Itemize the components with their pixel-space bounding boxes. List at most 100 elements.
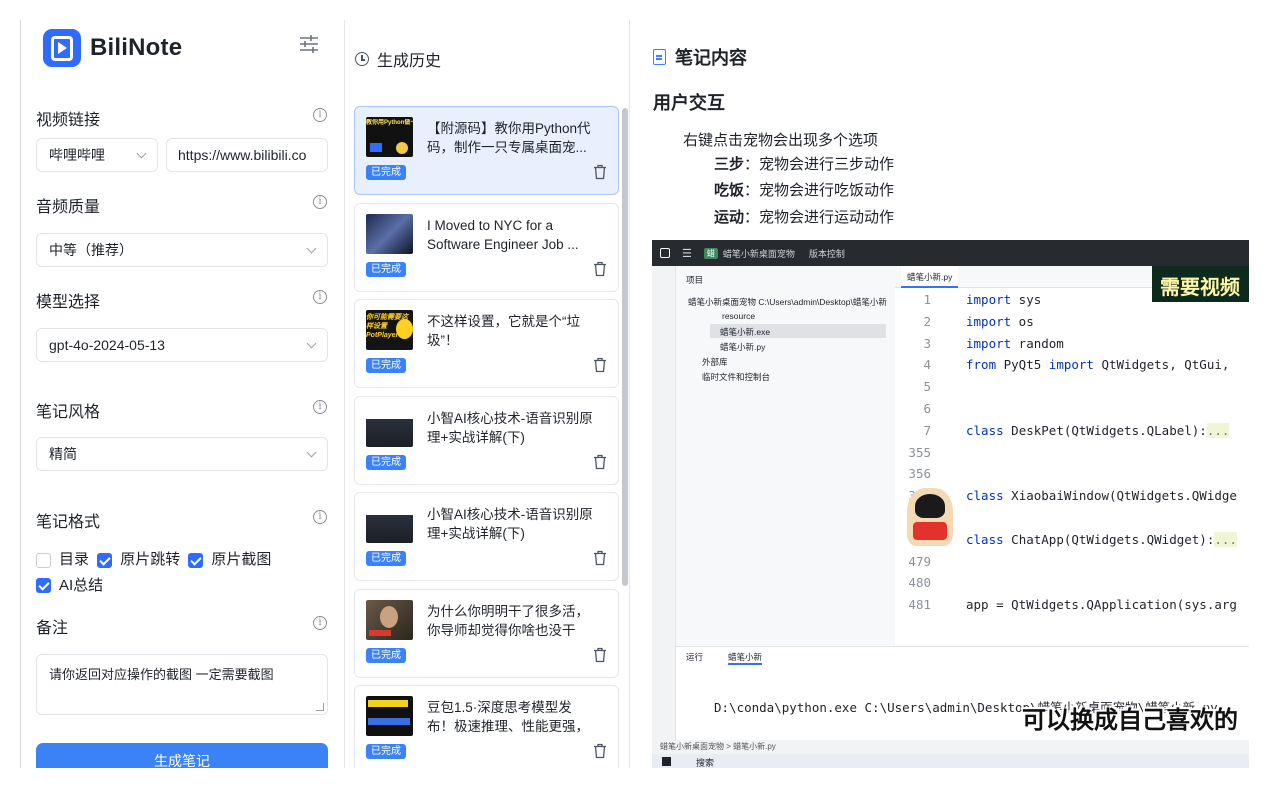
trash-icon[interactable] [593, 454, 607, 470]
model-label: 模型选择 [36, 294, 101, 311]
trash-icon[interactable] [593, 550, 607, 566]
trash-icon[interactable] [593, 357, 607, 373]
taskbar-search: 搜索 [696, 758, 715, 768]
project-name: 蜡笔小新桌面宠物 [722, 248, 795, 259]
video-url-input[interactable]: https://www.bilibili.co [166, 138, 328, 172]
history-item-title: 豆包1.5·深度思考模型发布！极速推理、性能更强，还支... [427, 700, 589, 734]
info-icon[interactable]: i [313, 195, 327, 209]
note-bullet: 三步：宠物会进行三步动作 [714, 153, 894, 174]
format-option-ai-summary[interactable]: AI总结 [36, 575, 103, 597]
project-avatar: 蜡 [703, 247, 718, 259]
remark-textarea[interactable]: 请你返回对应操作的截图 一定需要截图 [36, 654, 328, 715]
menu-icon: ☰ [682, 247, 692, 260]
status-badge: 已完成 [366, 551, 406, 566]
clock-icon [355, 52, 369, 66]
history-header: 生成历史 [355, 47, 441, 71]
sliders-icon[interactable] [297, 32, 321, 56]
audio-quality-label: 音频质量 [36, 199, 101, 216]
resize-handle-icon[interactable] [316, 703, 324, 711]
document-icon [653, 49, 666, 65]
video-link-label: 视频链接 [36, 112, 101, 129]
line-number: 480 [908, 575, 931, 591]
history-item[interactable]: 小智AI核心技术-语音识别原理+实战详解(下) 已完成 [354, 492, 619, 581]
windows-taskbar: 搜索 [652, 754, 1249, 768]
generate-note-button[interactable]: 生成笔记 [36, 743, 328, 768]
platform-select[interactable]: 哔哩哔哩 [36, 138, 158, 172]
history-item-title: 为什么你明明干了很多活，你导师却觉得你啥也没干 [427, 604, 589, 638]
note-paragraph: 右键点击宠物会出现多个选项 [683, 132, 879, 149]
audio-quality-select[interactable]: 中等（推荐） [36, 233, 328, 267]
status-badge: 已完成 [366, 455, 406, 470]
line-number: 479 [908, 553, 931, 569]
trash-icon[interactable] [593, 647, 607, 663]
history-scrollbar[interactable] [622, 108, 628, 586]
history-title: 生成历史 [377, 53, 442, 70]
code-editor: 蜡笔小新.py 1 import sys 2 import os 3 import ran… [895, 266, 1249, 646]
checkbox[interactable] [36, 578, 51, 593]
line-number: 7 [923, 422, 931, 438]
status-badge: 已完成 [366, 262, 406, 277]
video-thumbnail: 你可能需要这样设置PotPlayer [366, 310, 413, 350]
line-number: 356 [908, 466, 931, 482]
trash-icon[interactable] [593, 261, 607, 277]
info-icon[interactable]: i [313, 510, 327, 524]
model-value: gpt-4o-2024-05-13 [49, 337, 165, 353]
option-label: 目录 [59, 551, 90, 568]
brand: BiliNote [43, 28, 182, 68]
project-tree: 项目 蜡笔小新桌面宠物 C:\Users\admin\Desktop\蜡笔小新 … [676, 266, 894, 646]
trash-icon[interactable] [593, 164, 607, 180]
note-style-label: 笔记风格 [36, 404, 101, 421]
app-name: BiliNote [90, 34, 183, 61]
history-item[interactable]: I Moved to NYC for a Software Engineer J… [354, 203, 619, 292]
line-number: 4 [923, 357, 931, 373]
history-item[interactable]: 小智AI核心技术-语音识别原理+实战详解(下) 已完成 [354, 396, 619, 485]
code-line: import random [966, 335, 1064, 351]
video-thumbnail [366, 696, 413, 736]
video-thumbnail: 教你用Python做一个桌面宠物 [366, 117, 413, 157]
format-option-screenshot[interactable]: 原片截图 [188, 549, 271, 571]
note-format-label: 笔记格式 [36, 514, 101, 531]
note-title: 笔记内容 [675, 48, 747, 68]
status-badge: 已完成 [366, 744, 406, 759]
model-select[interactable]: gpt-4o-2024-05-13 [36, 328, 328, 362]
video-caption: 可以换成自己喜欢的 [1022, 707, 1238, 734]
history-item[interactable]: 豆包1.5·深度思考模型发布！极速推理、性能更强，还支... 已完成 [354, 685, 619, 768]
video-thumbnail [366, 214, 413, 254]
tree-root: 蜡笔小新桌面宠物 C:\Users\admin\Desktop\蜡笔小新 [688, 297, 887, 307]
section-heading: 用户交互 [653, 93, 725, 113]
code-line: import os [966, 313, 1034, 329]
audio-quality-value: 中等（推荐） [49, 242, 133, 258]
ide-titlebar: ☰ 蜡 蜡笔小新桌面宠物 版本控制 [652, 240, 1249, 266]
bullet-text: ：宠物会进行吃饭动作 [744, 182, 895, 199]
platform-value: 哔哩哔哩 [49, 147, 105, 163]
line-number: 1 [923, 292, 931, 307]
history-item[interactable]: 为什么你明明干了很多活，你导师却觉得你啥也没干 已完成 [354, 589, 619, 678]
tree-item: 临时文件和控制台 [702, 372, 771, 382]
trash-icon[interactable] [593, 743, 607, 759]
status-badge: 已完成 [366, 358, 406, 373]
format-option-jump[interactable]: 原片跳转 [97, 549, 180, 571]
checkbox[interactable] [36, 552, 51, 568]
chevron-down-icon [306, 338, 317, 348]
info-icon[interactable]: i [313, 108, 327, 122]
line-number: 355 [908, 444, 931, 460]
bullet-text: ：宠物会进行运动动作 [744, 209, 895, 226]
checkbox[interactable] [97, 552, 113, 568]
history-item[interactable]: 你可能需要这样设置PotPlayer 不这样设置，它就是个“垃圾”！ 已完成 [354, 299, 619, 388]
bullet-term: 三步 [714, 156, 745, 173]
info-icon[interactable]: i [313, 400, 327, 414]
run-tab-label: 运行 [686, 652, 704, 662]
video-screenshot: ☰ 蜡 蜡笔小新桌面宠物 版本控制 项目 蜡笔小新桌面宠物 C:\Users\a… [652, 240, 1249, 768]
thumbnail-text: 教你用Python做一个桌面宠物 [366, 120, 413, 126]
info-icon[interactable]: i [313, 616, 327, 630]
history-item[interactable]: 教你用Python做一个桌面宠物 【附源码】教你用Python代码，制作一只专属… [354, 106, 619, 195]
app-window: BiliNote 视频链接 i 哔哩哔哩 https://www.bilibil… [20, 20, 1249, 768]
code-line: class XiaobaiWindow(QtWidgets.QWidge [966, 488, 1237, 504]
checkbox[interactable] [188, 552, 204, 568]
tree-header: 项目 [686, 275, 704, 285]
note-bullet: 吃饭：宠物会进行吃饭动作 [714, 179, 894, 200]
info-icon[interactable]: i [313, 290, 327, 304]
note-style-select[interactable]: 精简 [36, 437, 328, 471]
format-option-toc[interactable]: 目录 [36, 549, 89, 571]
history-item-title: 【附源码】教你用Python代码，制作一只专属桌面宠... [427, 121, 591, 155]
